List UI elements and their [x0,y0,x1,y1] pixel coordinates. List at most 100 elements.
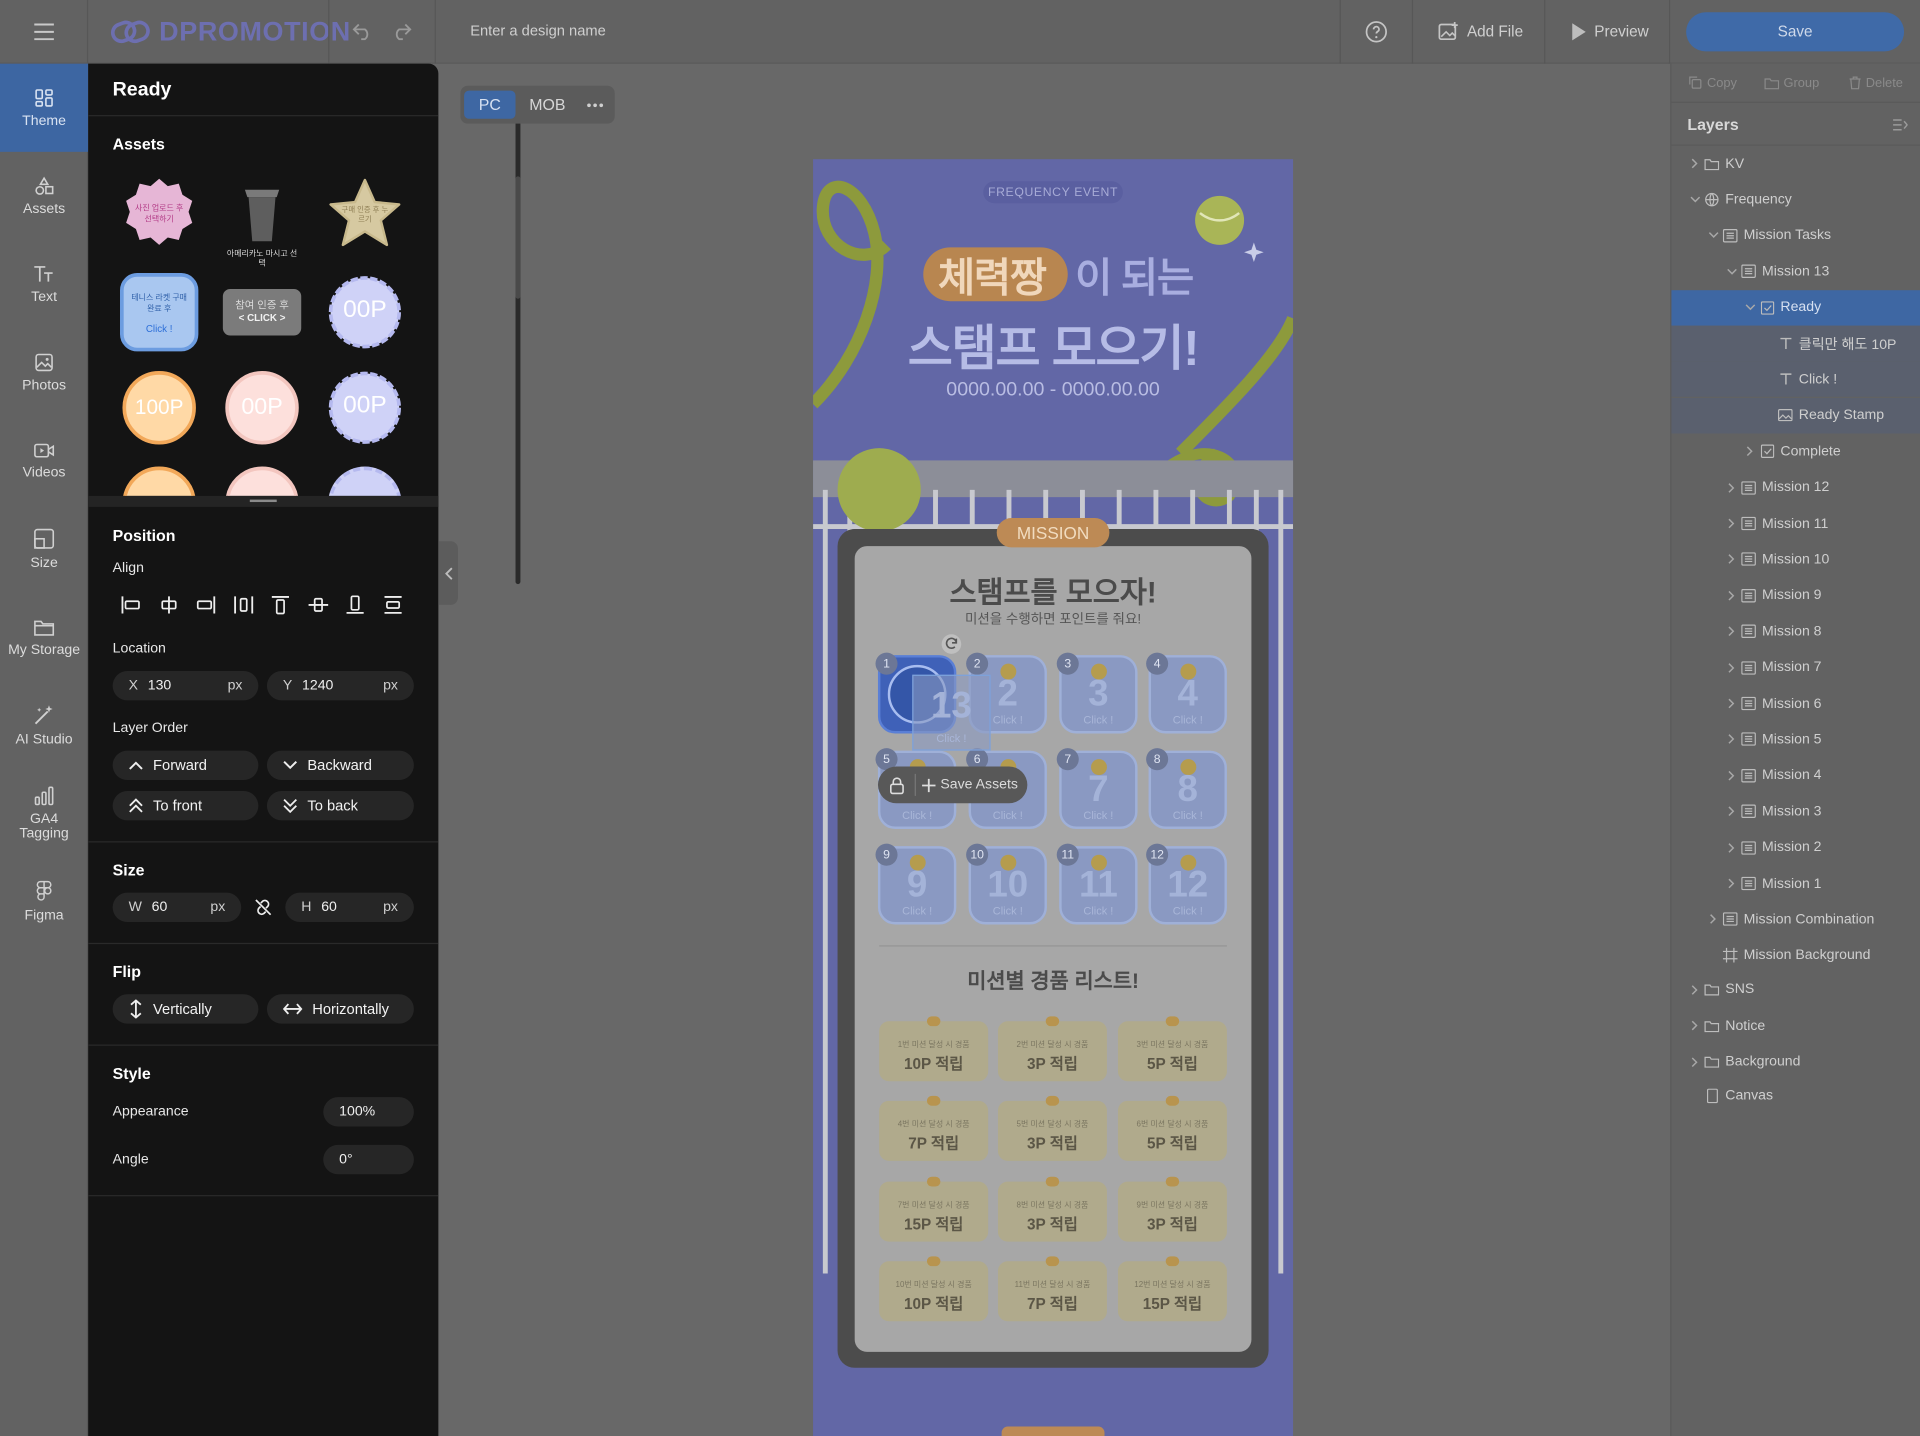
align-bottom-button[interactable] [337,590,374,619]
asset-item[interactable]: 00P [324,367,405,448]
chevron-right-icon[interactable] [1724,734,1739,745]
layer-item[interactable]: Mission 13 [1671,254,1920,290]
chevron-right-icon[interactable] [1724,770,1739,781]
add-file-button[interactable]: Add File [1438,0,1523,64]
chevron-down-icon[interactable] [1687,196,1702,203]
app-logo[interactable]: DPROMOTION [110,15,351,49]
angle-field[interactable]: 0° [323,1144,414,1175]
rotate-handle[interactable] [941,634,962,654]
width-field[interactable]: W 60 px [112,892,242,923]
appearance-field[interactable]: 100% [323,1097,414,1127]
asset-item[interactable]: 00P [222,367,303,448]
asset-item[interactable] [225,466,299,496]
more-button[interactable] [580,91,609,119]
layer-item[interactable]: Mission 2 [1671,830,1920,866]
chevron-right-icon[interactable] [1687,1020,1702,1031]
rail-item-assets[interactable]: Assets [0,152,88,240]
rail-item-my-storage[interactable]: My Storage [0,593,88,681]
asset-item[interactable]: 참여 인증 후 < CLICK > [222,272,303,353]
lock-button[interactable] [878,776,915,794]
save-button[interactable]: Save [1686,12,1905,52]
chevron-right-icon[interactable] [1687,158,1702,169]
chevron-right-icon[interactable] [1724,482,1739,493]
chevron-right-icon[interactable] [1724,806,1739,817]
backward-button[interactable]: Backward [266,750,414,781]
rail-item-ga4-tagging[interactable]: GA4 Tagging [0,769,88,857]
delete-button[interactable]: Delete [1849,75,1903,90]
layer-item[interactable]: Mission 12 [1671,470,1920,506]
chevron-right-icon[interactable] [1687,1056,1702,1067]
layer-item[interactable]: Complete [1671,434,1920,470]
rail-item-photos[interactable]: Photos [0,328,88,416]
aspect-lock-button[interactable] [250,894,277,921]
layer-item[interactable]: Mission Background [1671,938,1920,974]
chevron-right-icon[interactable] [1724,554,1739,565]
layer-item[interactable]: Mission 1 [1671,866,1920,902]
layer-item[interactable]: Click ! [1671,361,1920,398]
save-assets-button[interactable]: Save Assets [916,778,1018,792]
layer-item[interactable]: Mission 3 [1671,794,1920,830]
chevron-down-icon[interactable] [1706,232,1721,239]
forward-button[interactable]: Forward [112,750,259,781]
layer-item[interactable]: Mission 4 [1671,758,1920,794]
layer-item[interactable]: Mission 11 [1671,506,1920,542]
stamp-item[interactable]: 4 Click ! 4 [1146,652,1227,734]
asset-item[interactable] [122,466,196,496]
stamp-item[interactable]: 8 Click ! 8 [1146,748,1227,829]
rail-item-text[interactable]: Text [0,240,88,328]
asset-item[interactable]: 테니스 라켓 구매 완료 후 Click ! [119,272,200,353]
align-left-button[interactable] [113,590,150,619]
tab-mob[interactable]: MOB [522,91,573,119]
layer-item[interactable]: SNS [1671,972,1920,1008]
stamp-item[interactable]: 12 Click ! 12 [1146,843,1227,925]
asset-item[interactable]: 사진 업로드 후 선택하기 [119,174,200,255]
rail-item-size[interactable]: Size [0,504,88,592]
layer-item[interactable]: Canvas [1671,1078,1920,1114]
undo-button[interactable] [351,21,373,41]
layer-item[interactable]: Ready Stamp [1671,397,1920,434]
chevron-down-icon[interactable] [1724,268,1739,275]
to-front-button[interactable]: To front [112,791,259,821]
chevron-right-icon[interactable] [1724,842,1739,853]
layer-item[interactable]: Mission 5 [1671,722,1920,758]
align-center-h-button[interactable] [150,590,187,619]
layer-item[interactable]: Frequency [1671,182,1920,218]
layer-item[interactable]: Mission 9 [1671,578,1920,614]
chevron-right-icon[interactable] [1724,626,1739,637]
distribute-h-button[interactable] [225,590,262,619]
to-back-button[interactable]: To back [266,791,414,821]
asset-item[interactable]: 100P [119,367,200,448]
distribute-v-button[interactable] [374,590,411,619]
group-button[interactable]: Group [1763,75,1819,90]
flip-horizontal-button[interactable]: Horizontally [266,994,414,1024]
stamp-item[interactable]: 7 Click ! 7 [1056,748,1138,829]
chevron-right-icon[interactable] [1724,662,1739,673]
chevron-right-icon[interactable] [1742,446,1757,457]
design-name-input[interactable]: Enter a design name [470,22,606,39]
asset-item[interactable]: 00P [324,272,405,353]
layer-item[interactable]: Mission Combination [1671,902,1920,938]
chevron-right-icon[interactable] [1724,698,1739,709]
copy-button[interactable]: Copy [1689,75,1737,90]
assets-scrollbar[interactable] [515,176,521,299]
asset-item[interactable] [328,466,402,496]
menu-button[interactable] [0,0,89,64]
layer-item[interactable]: Background [1671,1044,1920,1080]
chevron-right-icon[interactable] [1724,878,1739,889]
help-button[interactable] [1364,0,1388,64]
collapse-all-button[interactable] [1893,119,1908,131]
rail-item-ai-studio[interactable]: AI Studio [0,681,88,769]
rail-item-figma[interactable]: Figma [0,857,88,945]
layer-item[interactable]: KV [1671,146,1920,182]
chevron-right-icon[interactable] [1706,914,1721,925]
redo-button[interactable] [391,21,413,41]
chevron-down-icon[interactable] [1742,304,1757,311]
y-field[interactable]: Y 1240 px [266,671,414,701]
asset-item[interactable]: 구매 인증 후 누르기 [324,174,405,255]
stamp-item[interactable]: 10 Click ! 10 [966,843,1047,925]
drag-handle-icon[interactable] [249,499,277,503]
layer-item[interactable]: 클릭만 해도 10P [1671,325,1920,362]
chevron-right-icon[interactable] [1724,590,1739,601]
align-top-button[interactable] [262,590,299,619]
chevron-right-icon[interactable] [1724,518,1739,529]
